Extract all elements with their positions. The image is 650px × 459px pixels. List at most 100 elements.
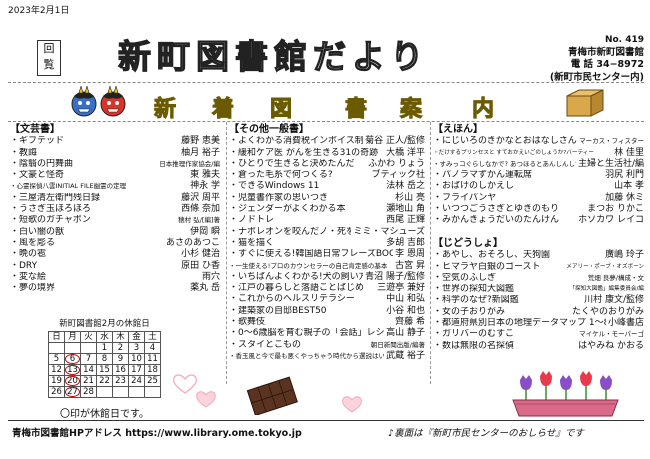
book-title: ・これからのヘルスリテラシー — [229, 294, 355, 305]
book-row: ・これからのヘルスリテラシー 中山 和弘 — [229, 294, 425, 305]
banner-char-1: 新 — [153, 97, 177, 123]
book-author: まつお りかこ — [587, 204, 644, 215]
divider-col-1 — [226, 122, 227, 384]
book-author: ふかわ りょう — [368, 158, 425, 169]
calendar-day: 3 — [128, 342, 145, 354]
section-ippansho: 【その他一般書】 ・よくわかる消費税インボイス制度 菊谷 正人/監修 ・緩和ケア医 … — [229, 124, 425, 362]
book-title: ・0〜6歳脳を育む親子の「会話」レシピ — [229, 328, 385, 339]
library-tel: 電 話 34−8972 — [570, 59, 644, 70]
book-author: 多胡 吉郎 — [386, 237, 425, 248]
book-row: ・いつつごうさぎとゆきのもり まつお りかこ — [433, 204, 644, 215]
calendar-weekday: 金 — [128, 331, 145, 343]
book-author: マーカス・フィスター — [579, 137, 644, 146]
oni-blue-icon — [71, 86, 97, 117]
book-list: ・あやし、おそろし、天狗園 廣嶋 玲子 ・ヒマラヤ白銀のゴースト メアリー・ポープ・オ… — [433, 250, 644, 352]
book-author: 薬丸 岳 — [190, 283, 220, 294]
calendar-weekday: 木 — [112, 331, 129, 343]
calendar-day: 5 — [48, 353, 65, 365]
book-row: ・0〜6歳脳を育む親子の「会話」レシピ 高山 静子 — [229, 328, 425, 339]
book-row: ・ヒマラヤ白銀のゴースト メアリー・ポープ・オズボーン — [433, 262, 644, 273]
book-author: 李 恩周 — [395, 249, 425, 260]
book-row: ・数は無限の名探偵 はやみね かおる — [433, 341, 644, 352]
book-row: ・夢の境界 薬丸 岳 — [10, 283, 220, 294]
book-list: ・にじいろのきかなとおはなしさん マーカス・フィスター ・だけするプリンセスと すて… — [433, 136, 644, 226]
banner-char-2: 着 — [211, 97, 235, 123]
calendar-day: 21 — [80, 375, 97, 387]
library-website[interactable]: 青梅市図書館HPアドレス https://www.library.ome.tok… — [12, 425, 302, 439]
book-list: ・よくわかる消費税インボイス制度 菊谷 正人/監修 ・緩和ケア医 がんを生きる31の… — [229, 136, 425, 362]
calendar-day: 16 — [112, 364, 129, 376]
book-title: ・猫を描く — [229, 237, 275, 248]
book-title: ・ジェンダーがよくわかる本 — [229, 204, 346, 215]
book-row: ・すぐに使える!韓国語日常フレーズBOOK 李 恩周 — [229, 249, 425, 260]
book-row: ・だけするプリンセスと すておかえいごのしょうか?バーティー 林 佳里 — [433, 148, 644, 159]
heart-decoration — [173, 374, 216, 408]
book-title: ・心霊探偵八雲INITIAL FILE幽霊の定理 — [10, 182, 127, 191]
book-author: 高山 静子 — [386, 328, 425, 339]
book-row: ・ジェンダーがよくわかる本 瀬地山 角 — [229, 204, 425, 215]
calendar-day — [48, 342, 65, 354]
book-title: ・ナポレオンを咬んだノ・死を嗅ぐ猫 — [229, 226, 352, 237]
calendar-day: 2 — [112, 342, 129, 354]
page-title: 新町図書館だより — [117, 36, 430, 76]
book-title: ・フライパンヤ — [433, 192, 497, 203]
book-title: ・児童書作家の思いつき — [229, 192, 329, 203]
book-author: 「探知大図鑑」編集委員会/編 — [569, 286, 644, 293]
book-author: たくやのおりがみ — [571, 306, 644, 317]
calendar-day: 15 — [96, 364, 113, 376]
banner-char-3: 図 — [269, 97, 293, 123]
book-author: 朝日新聞出版/編著 — [370, 340, 425, 349]
book-title: ・科学のなぜ?新図鑑 — [433, 295, 519, 306]
book-title: ・ヒマラヤ白銀のゴースト — [433, 261, 541, 272]
masu-box-icon — [566, 89, 604, 117]
book-title: ・女の子おりがみ — [433, 306, 506, 317]
book-row: ・心霊探偵八雲INITIAL FILE幽霊の定理 神永 学 — [10, 181, 220, 192]
book-row: ・できるWindows 11 法林 岳之 — [229, 181, 425, 192]
book-author: はやみね かおる — [578, 340, 644, 351]
section-ehon: 【えほん】 ・にじいろのきかなとおはなしさん マーカス・フィスター ・だけするプリン… — [433, 124, 644, 227]
book-author: 齊藤 希 — [395, 317, 425, 328]
calendar-week-row: 19 20 21 22 23 24 25 — [48, 375, 161, 387]
book-title: ・ギフテッド — [10, 136, 65, 147]
book-title: ・緩和ケア医 がんを生きる31の奇跡 — [229, 147, 379, 158]
calendar-table: 日月火水木金土 1 2 3 4 5 6 7 8 9 10 11 12 13 14 15 16 17 18 19 20 21… — [48, 331, 161, 398]
calendar-day: 17 — [128, 364, 145, 376]
back-page-note: ♪裏面は『新町市民センターのおしらせ』です — [388, 428, 584, 439]
book-author: 武蔵 裕子 — [386, 350, 425, 361]
tulip-planter-icon — [512, 371, 619, 417]
book-author: あさのあつこ — [165, 237, 220, 248]
book-title: ・DRY — [10, 260, 38, 271]
book-title: ・パノラマずかん運転席 — [433, 170, 533, 181]
calendar-week-row: 12 13 14 15 16 17 18 — [48, 364, 161, 376]
calendar-day: 26 — [48, 386, 65, 398]
book-title: ・あやし、おそろし、天狗園 — [433, 250, 551, 261]
book-title: ・スタイとこもの — [229, 339, 302, 350]
book-list: ・ギフテッド 藤野 恵美 ・教誨 柚月 裕子 ・陰翳の円舞曲 日本推理作家協会/編 ・文豪と… — [10, 136, 220, 294]
book-author: 菊谷 正人/監修 — [365, 136, 425, 147]
calendar-week-row: 1234 — [48, 342, 161, 354]
oni-icons — [71, 86, 126, 117]
book-author: 雨穴 — [201, 271, 220, 282]
calendar-day: 11 — [144, 353, 161, 365]
book-row: ・あやし、おそろし、天狗園 廣嶋 玲子 — [433, 250, 644, 261]
book-title: ・変な絵 — [10, 271, 47, 282]
book-author: 西尾 正輝 — [386, 215, 425, 226]
book-author: 藤沢 周平 — [181, 192, 220, 203]
book-row: ・ナポレオンを咬んだノ・死を嗅ぐ猫ミミ・マシューズ — [229, 227, 425, 238]
book-author: 神永 学 — [190, 181, 220, 192]
book-row: ・フライパンヤ 加藤 休ミ — [433, 193, 644, 204]
calendar-day — [112, 386, 129, 398]
banner-char-5: 案 — [399, 97, 423, 123]
oni-red-icon — [100, 86, 126, 117]
book-row: ・ガリバーのむすこ マイケル・モーパーゴ — [433, 329, 644, 340]
kairan-stamp: 回 覧 — [37, 40, 61, 76]
closed-days-calendar: 新町図書館2月の休館日 日月火水木金土 1 2 3 4 5 6 7 8 9 10 11 12 13 14 15… — [48, 317, 161, 398]
book-row: ・ひとりで生きると決めたんだ ふかわ りょう — [229, 159, 425, 170]
book-title: ・ノドトレ — [229, 215, 275, 226]
calendar-weekday: 火 — [80, 331, 97, 343]
book-title: ・にじいろのきかなとおはなしさん — [433, 136, 577, 147]
book-author: 廣嶋 玲子 — [605, 250, 644, 261]
book-row: ・すみっコぐらしなかで? あつほるとあんしんしてす編主婦と生活社/編 — [433, 159, 644, 170]
book-row: ・パノラマずかん運転席 羽尻 利門 — [433, 170, 644, 181]
book-row: ・にじいろのきかなとおはなしさん マーカス・フィスター — [433, 136, 644, 147]
